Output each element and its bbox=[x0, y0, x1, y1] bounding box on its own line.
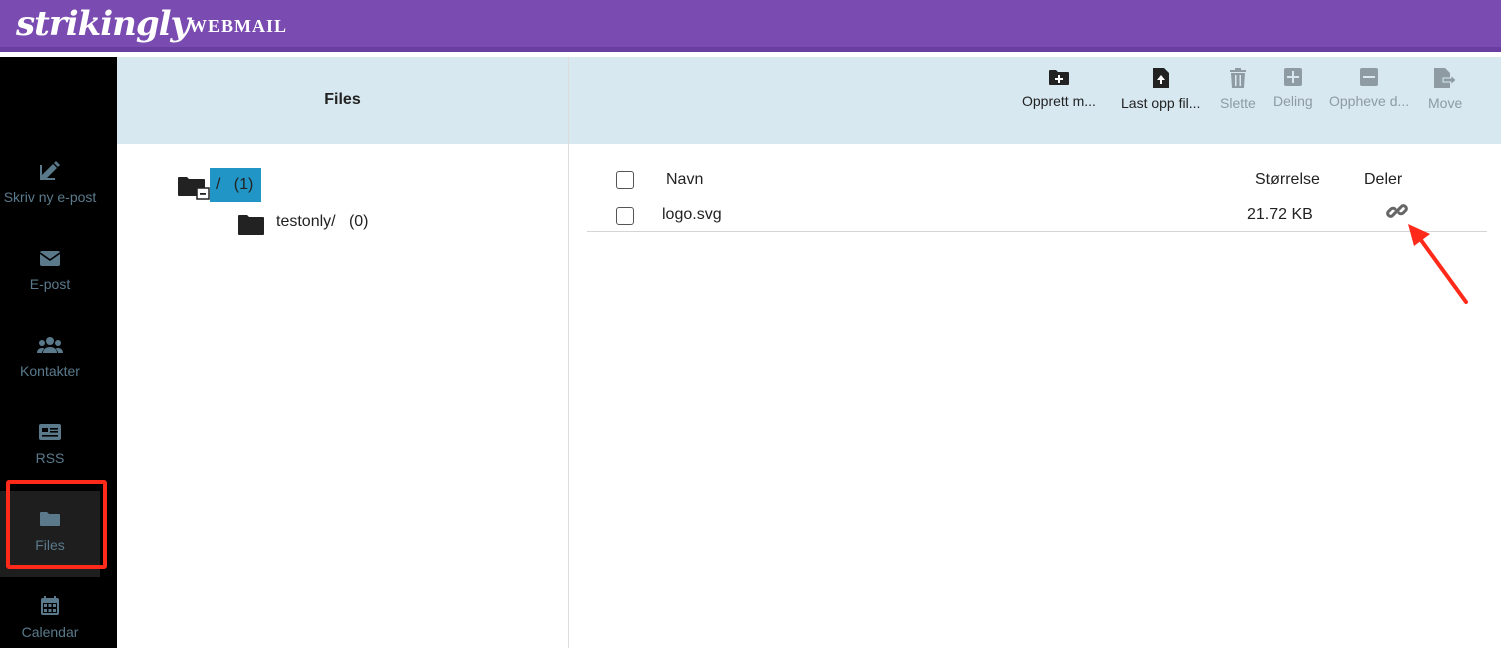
unshare-button[interactable]: Oppheve d... bbox=[1329, 67, 1409, 109]
delete-label: Slette bbox=[1220, 95, 1256, 111]
delete-button[interactable]: Slette bbox=[1220, 67, 1256, 111]
minus-square-icon bbox=[1360, 68, 1379, 86]
select-all-checkbox[interactable] bbox=[616, 171, 634, 189]
upload-file-button[interactable]: Last opp fil... bbox=[1121, 67, 1200, 111]
files-panel-title: Files bbox=[117, 57, 568, 144]
file-size: 21.72 KB bbox=[1247, 206, 1313, 223]
sidebar-item-compose[interactable]: Skriv ny e-post bbox=[0, 143, 100, 229]
plus-square-icon bbox=[1283, 68, 1302, 86]
file-upload-icon bbox=[1152, 68, 1169, 88]
rss-icon bbox=[39, 424, 61, 440]
create-folder-button[interactable]: Opprett m... bbox=[1022, 67, 1096, 109]
share-label: Deling bbox=[1273, 93, 1313, 109]
tree-node-name: testonly/ bbox=[276, 213, 336, 230]
row-checkbox[interactable] bbox=[616, 207, 634, 225]
unshare-label: Oppheve d... bbox=[1329, 93, 1410, 109]
file-toolbar: Opprett m... Last opp fil... Slette Deli… bbox=[569, 57, 1501, 144]
file-name[interactable]: logo.svg bbox=[662, 206, 722, 224]
upload-file-label: Last opp fil... bbox=[1121, 95, 1201, 111]
move-label: Move bbox=[1428, 95, 1463, 111]
move-button[interactable]: Move bbox=[1428, 67, 1462, 111]
sidebar-item-contacts[interactable]: Kontakter bbox=[0, 317, 100, 403]
calendar-icon bbox=[41, 596, 59, 615]
sidebar-item-email[interactable]: E-post bbox=[0, 230, 100, 316]
panel-divider bbox=[568, 57, 569, 648]
folder-icon bbox=[238, 215, 264, 235]
tree-node-name: / bbox=[216, 176, 221, 193]
trash-icon bbox=[1229, 68, 1246, 88]
folder-plus-icon bbox=[1048, 70, 1069, 85]
annotation-highlight-box bbox=[6, 480, 107, 569]
product-name: WEBMAIL bbox=[189, 16, 288, 36]
sidebar-item-label: Kontakter bbox=[20, 363, 80, 379]
sidebar-item-label: RSS bbox=[35, 450, 65, 466]
column-header-share[interactable]: Deler bbox=[1364, 171, 1402, 189]
tree-node-count: (0) bbox=[348, 213, 369, 230]
envelope-icon bbox=[39, 251, 61, 266]
sidebar-item-label: E-post bbox=[29, 276, 71, 292]
annotation-arrow bbox=[1408, 224, 1468, 304]
row-divider bbox=[587, 231, 1487, 232]
share-button[interactable]: Deling bbox=[1273, 67, 1313, 109]
folder-tree: / (1) testonly/ (0) bbox=[117, 144, 568, 648]
brand-logo[interactable]: strikingly bbox=[16, 4, 190, 44]
folder-open-icon bbox=[178, 177, 210, 200]
tree-node-label: testonly/ (0) bbox=[276, 213, 369, 231]
tree-node-root-label[interactable]: / (1) bbox=[210, 168, 261, 202]
sidebar-item-label: Skriv ny e-post bbox=[3, 189, 97, 205]
sidebar-item-label: Calendar bbox=[21, 624, 79, 640]
compose-icon bbox=[40, 161, 60, 180]
column-header-size[interactable]: Størrelse bbox=[1255, 171, 1320, 189]
create-folder-label: Opprett m... bbox=[1022, 93, 1096, 109]
contacts-icon bbox=[37, 337, 63, 353]
file-move-icon bbox=[1434, 68, 1457, 88]
sidebar-item-rss[interactable]: RSS bbox=[0, 404, 100, 490]
top-bar: strikingly WEBMAIL bbox=[0, 0, 1501, 52]
tree-node-count: (1) bbox=[233, 176, 254, 193]
sidebar-item-calendar[interactable]: Calendar bbox=[0, 578, 100, 664]
column-header-name[interactable]: Navn bbox=[666, 171, 703, 189]
